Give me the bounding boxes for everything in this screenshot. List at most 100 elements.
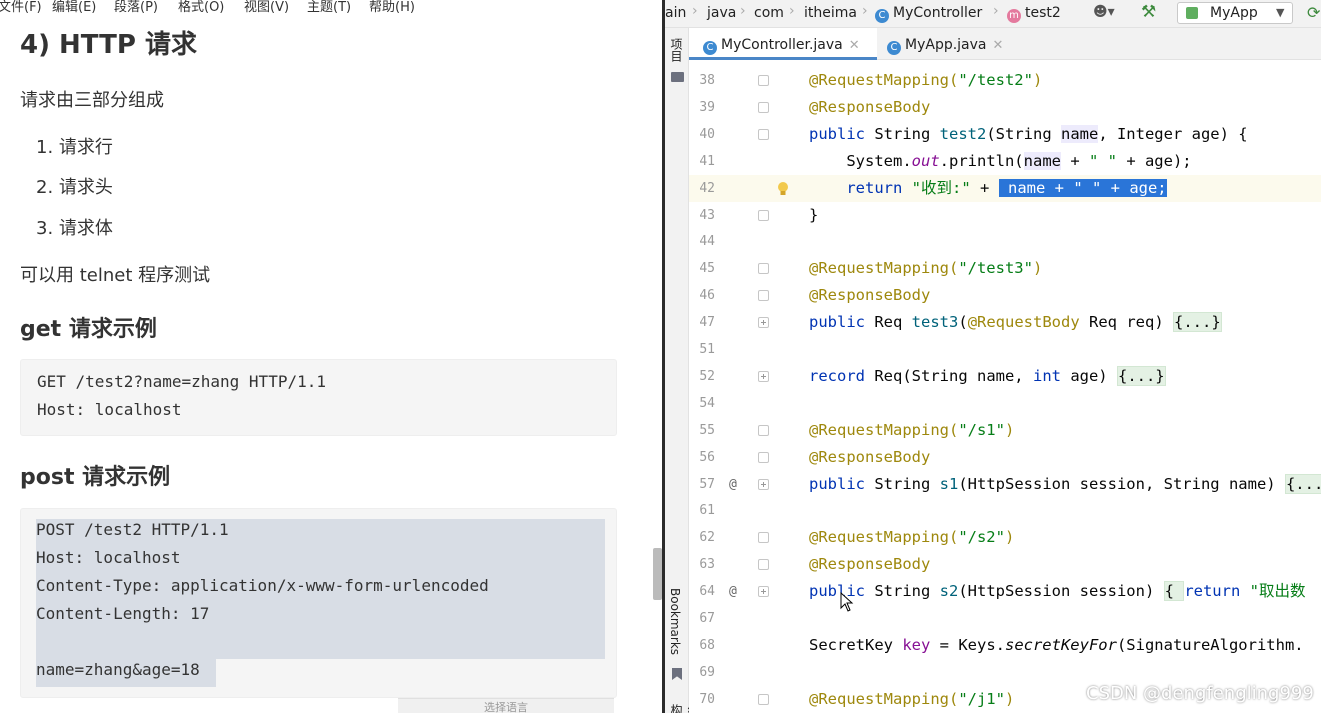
line-number[interactable]: 39 [689, 94, 715, 121]
collapse-fold-icon[interactable] [758, 559, 769, 571]
line-number[interactable]: 54 [689, 390, 715, 417]
menu-file[interactable]: 文件(F) [0, 0, 42, 16]
code-line-68[interactable]: 68 SecretKey key = Keys.secretKeyFor(Sign… [689, 632, 1321, 659]
collapse-fold-icon[interactable] [758, 75, 769, 86]
code-text[interactable]: @RequestMapping("/test3") [809, 255, 1042, 282]
code-text[interactable]: @ResponseBody [809, 444, 930, 471]
code-text[interactable]: } [809, 202, 818, 229]
line-number[interactable]: 51 [689, 336, 715, 363]
code-line-55[interactable]: 55 @RequestMapping("/s1") [689, 417, 1321, 444]
code-text[interactable]: public String s1(HttpSession session, St… [809, 471, 1321, 498]
code-editor[interactable]: 38 @RequestMapping("/test2") 39 @ResponseBo… [689, 60, 1321, 713]
code-line-57[interactable]: 57 @ public String s1(HttpSession session,… [689, 471, 1321, 498]
line-number[interactable]: 42 [689, 175, 715, 202]
user-icon[interactable]: ☻▾ [1093, 4, 1115, 20]
breadcrumb-item[interactable]: java [707, 4, 736, 22]
lightbulb-icon[interactable] [777, 181, 789, 197]
code-line-38[interactable]: 38 @RequestMapping("/test2") [689, 67, 1321, 94]
line-number[interactable]: 44 [689, 228, 715, 255]
code-text[interactable]: @RequestMapping("/s1") [809, 417, 1014, 444]
collapse-fold-icon[interactable] [758, 424, 769, 436]
breadcrumb-method[interactable]: m test2 [1007, 4, 1061, 23]
expand-fold-icon[interactable] [758, 370, 769, 382]
code-line-64[interactable]: 64 @ public String s2(HttpSession session)… [689, 578, 1321, 605]
collapse-fold-icon[interactable] [758, 209, 769, 221]
line-number[interactable]: 41 [689, 148, 715, 175]
menu-view[interactable]: 视图(V) [244, 0, 289, 16]
line-number[interactable]: 47 [689, 309, 715, 336]
code-line-42[interactable]: 42 return "收到:" + name + " " + age; [689, 174, 1321, 202]
bookmark-icon[interactable] [672, 668, 682, 680]
line-number[interactable]: 62 [689, 524, 715, 551]
run-icon[interactable]: ⟳ [1307, 3, 1320, 22]
menu-format[interactable]: 格式(O) [178, 0, 224, 16]
menu-edit[interactable]: 编辑(E) [52, 0, 96, 16]
collapse-fold-icon[interactable] [758, 532, 769, 544]
tab-mycontroller[interactable]: C MyController.java ✕ [689, 28, 877, 60]
breadcrumb-class[interactable]: C MyController [875, 4, 982, 23]
code-line-41[interactable]: 41 System.out.println(name + " " + age); [689, 148, 1321, 175]
run-configuration-dropdown[interactable]: MyApp ▼ [1177, 2, 1293, 24]
code-line-54[interactable]: 54 [689, 390, 1321, 417]
code-text[interactable]: @ResponseBody [809, 94, 930, 121]
line-number[interactable]: 38 [689, 67, 715, 94]
line-number[interactable]: 70 [689, 686, 715, 713]
line-number[interactable]: 52 [689, 363, 715, 390]
tab-myapp[interactable]: C MyApp.java ✕ [887, 28, 1027, 60]
code-text[interactable]: public String test2(String name, Integer… [809, 121, 1248, 148]
line-number[interactable]: 40 [689, 121, 715, 148]
code-text[interactable]: public Req test3(@RequestBody Req req) {… [809, 309, 1222, 336]
close-icon[interactable]: ✕ [993, 38, 1004, 53]
code-line-52[interactable]: 52 record Req(String name, int age) {...} [689, 363, 1321, 390]
collapse-fold-icon[interactable] [758, 693, 769, 705]
collapse-fold-icon[interactable] [758, 128, 769, 140]
line-number[interactable]: 57 [689, 471, 715, 498]
line-number[interactable]: 68 [689, 632, 715, 659]
line-number[interactable]: 64 [689, 578, 715, 605]
mapping-gutter-icon[interactable]: @ [729, 578, 737, 605]
code-line-61[interactable]: 61 [689, 497, 1321, 524]
code-line-51[interactable]: 51 [689, 336, 1321, 363]
collapse-fold-icon[interactable] [758, 451, 769, 463]
code-text[interactable]: record Req(String name, int age) {...} [809, 363, 1166, 390]
folder-icon[interactable] [671, 72, 684, 82]
menu-paragraph[interactable]: 段落(P) [114, 0, 158, 16]
code-text[interactable]: SecretKey key = Keys.secretKeyFor(Signat… [809, 632, 1304, 659]
code-line-56[interactable]: 56 @ResponseBody [689, 444, 1321, 471]
line-number[interactable]: 56 [689, 444, 715, 471]
code-text[interactable]: public String s2(HttpSession session) { … [809, 578, 1306, 605]
language-select[interactable]: 选择语言 [398, 698, 614, 713]
code-text[interactable]: @RequestMapping("/j1") [809, 686, 1014, 713]
breadcrumb-item[interactable]: ain [665, 4, 686, 22]
code-line-69[interactable]: 69 [689, 659, 1321, 686]
menu-theme[interactable]: 主题(T) [307, 0, 351, 16]
code-line-45[interactable]: 45 @RequestMapping("/test3") [689, 255, 1321, 282]
code-text[interactable]: return "收到:" + name + " " + age; [809, 175, 1167, 202]
collapse-fold-icon[interactable] [758, 101, 769, 113]
code-text[interactable]: @ResponseBody [809, 282, 930, 309]
project-tool-button[interactable]: 项目 [668, 38, 685, 62]
code-line-63[interactable]: 63 @ResponseBody [689, 551, 1321, 578]
line-number[interactable]: 43 [689, 202, 715, 229]
code-line-40[interactable]: 40 public String test2(String name, Integ… [689, 121, 1321, 148]
breadcrumb-item[interactable]: com [754, 4, 784, 22]
code-text[interactable]: @RequestMapping("/s2") [809, 524, 1014, 551]
close-icon[interactable]: ✕ [849, 38, 860, 53]
collapse-fold-icon[interactable] [758, 263, 769, 275]
scrollbar-thumb[interactable] [653, 548, 662, 600]
code-text[interactable]: @RequestMapping("/test2") [809, 67, 1042, 94]
build-hammer-icon[interactable]: ⚒ [1141, 2, 1156, 22]
code-line-67[interactable]: 67 [689, 605, 1321, 632]
code-line-62[interactable]: 62 @RequestMapping("/s2") [689, 524, 1321, 551]
menu-help[interactable]: 帮助(H) [369, 0, 415, 16]
code-line-44[interactable]: 44 [689, 228, 1321, 255]
collapse-fold-icon[interactable] [758, 290, 769, 302]
code-text[interactable]: System.out.println(name + " " + age); [809, 148, 1192, 175]
line-number[interactable]: 55 [689, 417, 715, 444]
mapping-gutter-icon[interactable]: @ [729, 471, 737, 498]
code-text[interactable]: @ResponseBody [809, 551, 930, 578]
line-number[interactable]: 63 [689, 551, 715, 578]
line-number[interactable]: 46 [689, 282, 715, 309]
line-number[interactable]: 69 [689, 659, 715, 686]
line-number[interactable]: 67 [689, 605, 715, 632]
